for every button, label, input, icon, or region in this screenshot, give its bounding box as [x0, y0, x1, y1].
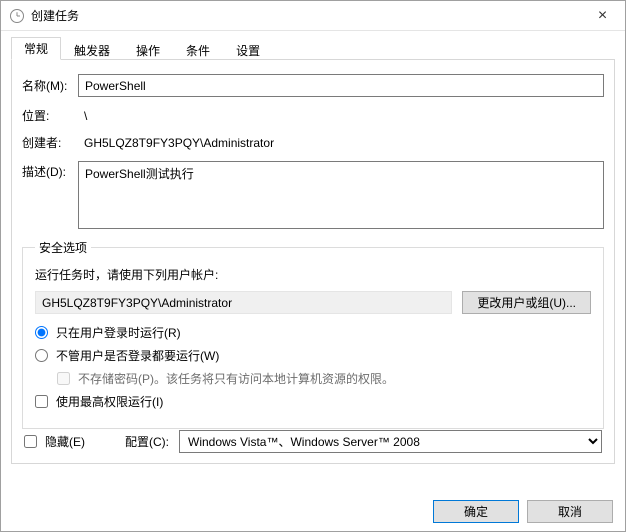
location-label: 位置:	[22, 107, 78, 124]
checkbox-highest-privileges[interactable]	[35, 395, 48, 408]
tab-actions-label: 操作	[136, 42, 160, 59]
cancel-button-label: 取消	[558, 503, 582, 520]
configure-for-select[interactable]: Windows Vista™、Windows Server™ 2008	[179, 430, 602, 453]
run-as-account-display: GH5LQZ8T9FY3PQY\Administrator	[35, 291, 452, 314]
change-user-button[interactable]: 更改用户或组(U)...	[462, 291, 591, 314]
description-input[interactable]	[78, 161, 604, 229]
description-label: 描述(D):	[22, 161, 78, 180]
close-button[interactable]: ×	[580, 1, 625, 31]
radio-run-any-label: 不管用户是否登录都要运行(W)	[56, 347, 219, 364]
titlebar: 创建任务 ×	[1, 1, 625, 31]
ok-button[interactable]: 确定	[433, 500, 519, 523]
name-label: 名称(M):	[22, 77, 78, 94]
tab-triggers[interactable]: 触发器	[61, 39, 123, 60]
tab-page-general: 名称(M): 位置: \ 创建者: GH5LQZ8T9FY3PQY\Admini…	[11, 60, 615, 464]
radio-run-any[interactable]	[35, 349, 48, 362]
run-as-account-value: GH5LQZ8T9FY3PQY\Administrator	[42, 296, 232, 310]
tab-settings-label: 设置	[236, 42, 260, 59]
window-title: 创建任务	[31, 7, 79, 24]
configure-for-label: 配置(C):	[125, 433, 169, 450]
tab-conditions-label: 条件	[186, 42, 210, 59]
author-label: 创建者:	[22, 134, 78, 151]
tab-settings[interactable]: 设置	[223, 39, 273, 60]
radio-run-logged-on[interactable]	[35, 326, 48, 339]
radio-run-logged-on-label: 只在用户登录时运行(R)	[56, 324, 181, 341]
run-as-prompt: 运行任务时，请使用下列用户帐户:	[35, 266, 591, 283]
checkbox-highest-privileges-label: 使用最高权限运行(I)	[56, 393, 163, 410]
checkbox-no-store-password	[57, 372, 70, 385]
checkbox-hidden[interactable]	[24, 435, 37, 448]
app-icon	[9, 8, 25, 24]
tab-strip: 常规 触发器 操作 条件 设置	[11, 37, 615, 60]
name-input[interactable]	[78, 74, 604, 97]
cancel-button[interactable]: 取消	[527, 500, 613, 523]
author-value: GH5LQZ8T9FY3PQY\Administrator	[78, 136, 604, 150]
close-icon: ×	[598, 7, 607, 25]
tab-conditions[interactable]: 条件	[173, 39, 223, 60]
checkbox-hidden-label: 隐藏(E)	[45, 433, 85, 450]
change-user-button-label: 更改用户或组(U)...	[477, 294, 576, 311]
tab-actions[interactable]: 操作	[123, 39, 173, 60]
tab-general[interactable]: 常规	[11, 37, 61, 60]
location-value: \	[78, 109, 604, 123]
ok-button-label: 确定	[464, 503, 488, 520]
security-options-group: 安全选项 运行任务时，请使用下列用户帐户: GH5LQZ8T9FY3PQY\Ad…	[22, 239, 604, 429]
security-options-legend: 安全选项	[35, 239, 91, 256]
tab-triggers-label: 触发器	[74, 42, 110, 59]
tab-general-label: 常规	[24, 40, 48, 57]
checkbox-no-store-password-label: 不存储密码(P)。该任务将只有访问本地计算机资源的权限。	[78, 370, 394, 387]
